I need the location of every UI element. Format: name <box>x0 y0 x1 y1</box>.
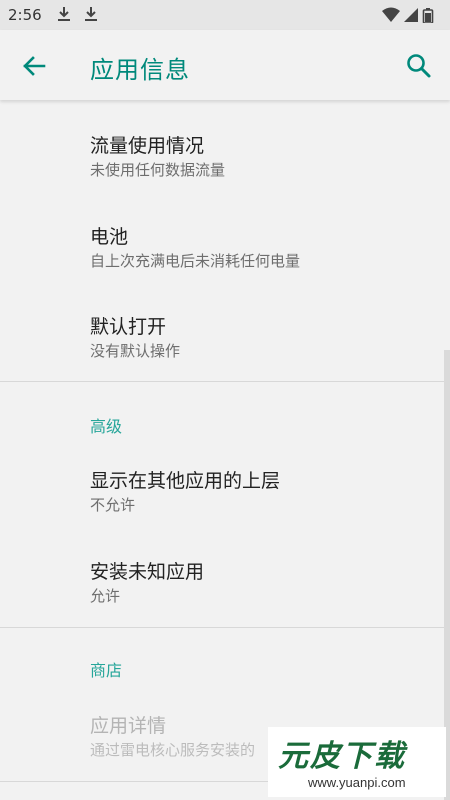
list-item-title: 默认打开 <box>90 316 167 338</box>
list-item-title: 应用详情 <box>90 715 167 737</box>
download-icon <box>85 7 97 21</box>
signal-icon <box>404 8 418 22</box>
list-item-title: 显示在其他应用的上层 <box>90 470 281 492</box>
status-time: 2:56 <box>8 6 42 24</box>
list-item-subtitle: 通过雷电核心服务安装的 <box>90 741 256 759</box>
arrow-back-icon[interactable] <box>20 52 48 80</box>
app-bar: 应用信息 <box>0 30 450 100</box>
watermark-url: www.yuanpi.com <box>308 775 406 790</box>
download-icon <box>58 7 70 21</box>
list-item-subtitle: 不允许 <box>90 496 136 514</box>
app-info-list: 流量使用情况 未使用任何数据流量 电池 自上次充满电后未消耗任何电量 默认打开 … <box>0 100 450 800</box>
divider <box>0 381 444 382</box>
status-bar: 2:56 <box>0 0 450 30</box>
list-item-battery[interactable]: 电池 自上次充满电后未消耗任何电量 <box>0 209 444 277</box>
divider <box>0 627 444 628</box>
battery-icon <box>422 8 434 23</box>
list-item-subtitle: 自上次充满电后未消耗任何电量 <box>90 252 301 270</box>
search-icon[interactable] <box>405 52 433 80</box>
list-item-title: 电池 <box>90 226 129 248</box>
page-title: 应用信息 <box>90 56 190 84</box>
wifi-icon <box>382 7 400 22</box>
list-item-subtitle: 没有默认操作 <box>90 342 181 360</box>
list-item-install-unknown-apps[interactable]: 安装未知应用 允许 <box>0 544 444 612</box>
watermark-logo-text: 元皮下载 <box>278 739 406 774</box>
section-header-store: 商店 <box>90 661 123 680</box>
list-item-title: 安装未知应用 <box>90 561 205 583</box>
list-item-display-over-apps[interactable]: 显示在其他应用的上层 不允许 <box>0 453 444 521</box>
watermark-logo: 元皮下载 www.yuanpi.com <box>268 727 446 797</box>
section-header-advanced: 高级 <box>90 417 123 436</box>
system-status-icons <box>382 7 434 23</box>
list-item-title: 流量使用情况 <box>90 135 205 157</box>
list-item-open-by-default[interactable]: 默认打开 没有默认操作 <box>0 299 444 367</box>
list-item-data-usage[interactable]: 流量使用情况 未使用任何数据流量 <box>0 118 444 186</box>
list-item-subtitle: 允许 <box>90 587 121 605</box>
list-item-subtitle: 未使用任何数据流量 <box>90 161 226 179</box>
